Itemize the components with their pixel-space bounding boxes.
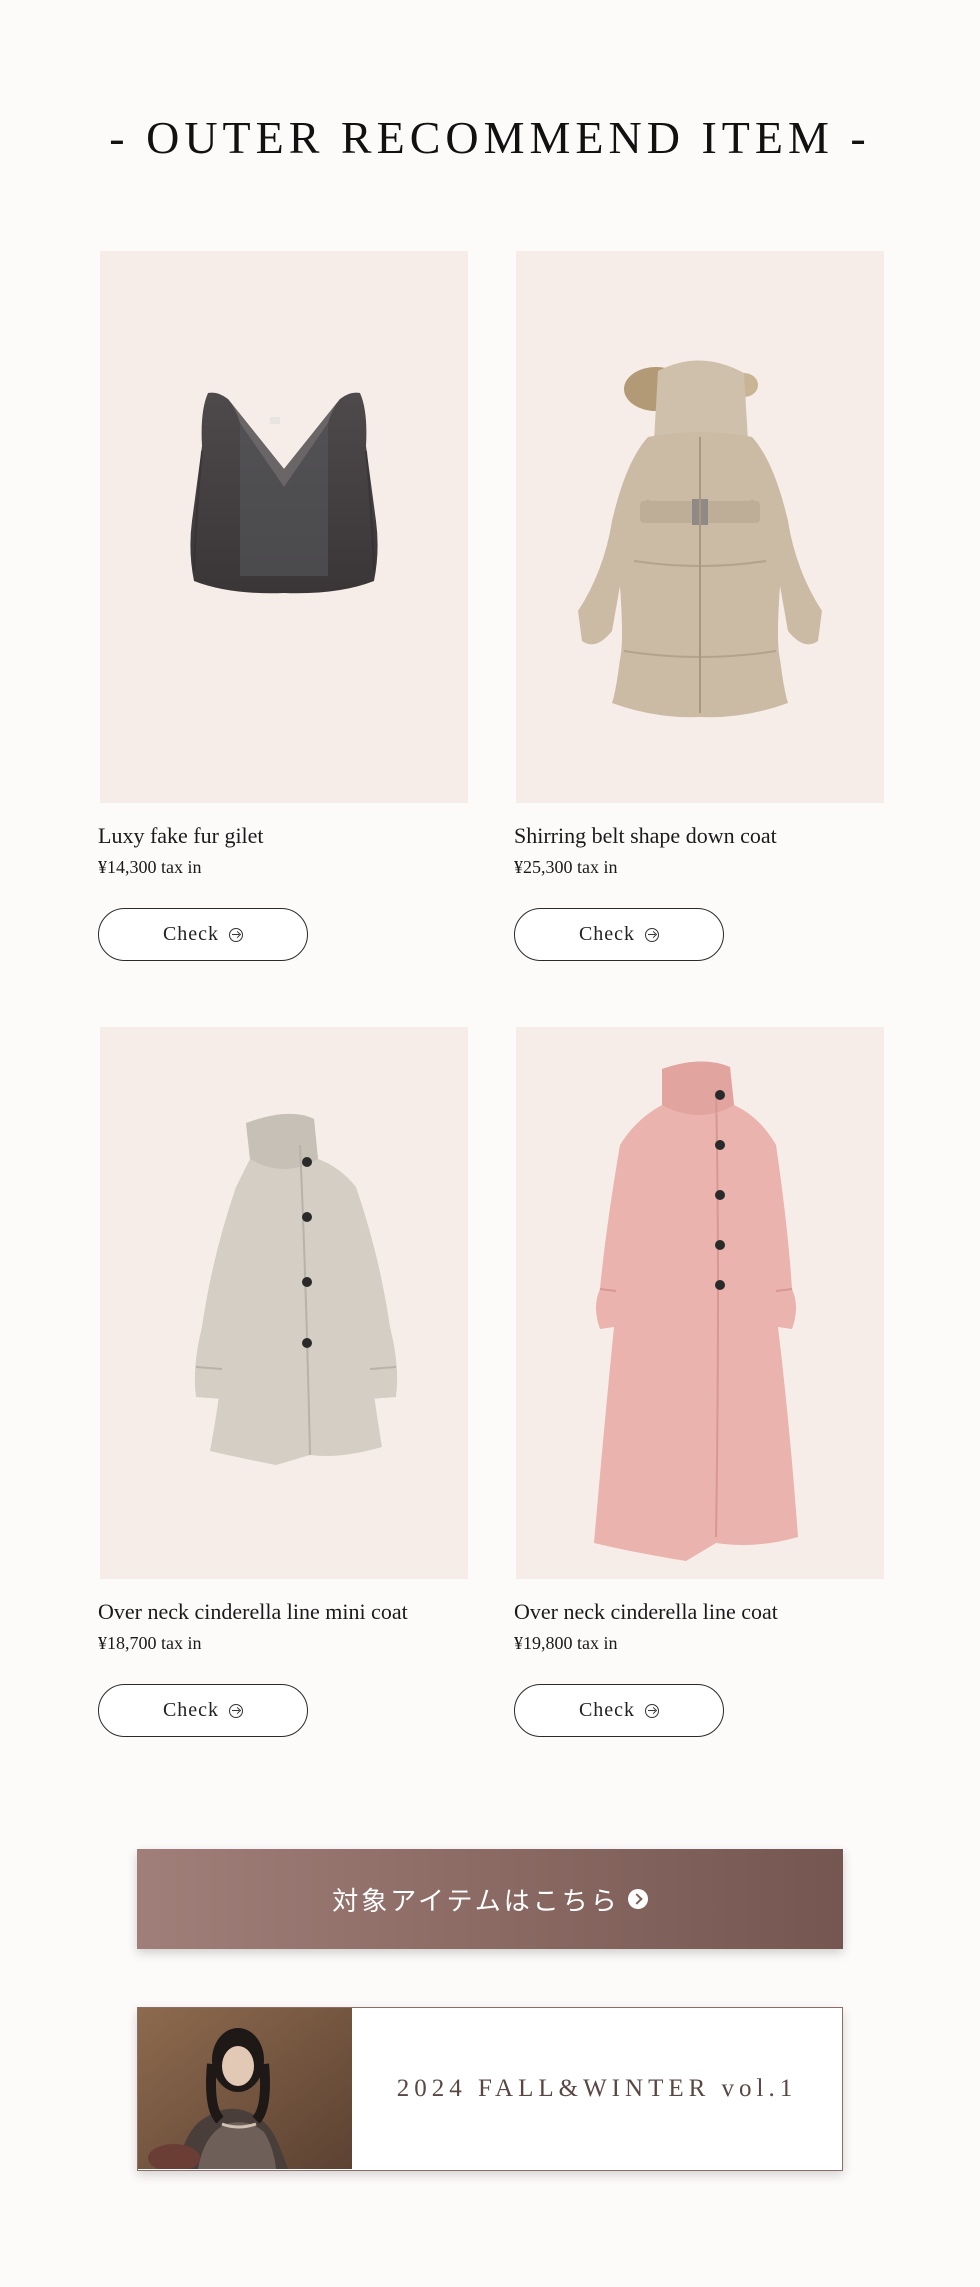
check-label: Check xyxy=(578,923,636,945)
product-name[interactable]: Luxy fake fur gilet xyxy=(98,821,264,851)
cta-label: 対象アイテムはこちら xyxy=(332,1886,620,1917)
check-label: Check xyxy=(162,923,220,945)
check-button[interactable]: Check xyxy=(514,1684,724,1737)
product-price: ¥18,700 tax in xyxy=(98,1633,202,1653)
product-name[interactable]: Over neck cinderella line mini coat xyxy=(98,1597,408,1627)
product-image[interactable] xyxy=(516,1027,884,1579)
check-button[interactable]: Check xyxy=(98,1684,308,1737)
down-coat-icon xyxy=(578,360,822,718)
check-button[interactable]: Check xyxy=(514,908,724,961)
product-price: ¥14,300 tax in xyxy=(98,857,202,877)
product-image[interactable] xyxy=(100,1027,468,1579)
check-label: Check xyxy=(162,1699,220,1721)
lookbook-banner[interactable]: 2024 FALL&WINTER vol.1 xyxy=(137,2007,843,2171)
arrow-circle-icon xyxy=(645,1703,660,1718)
mini-coat-icon xyxy=(194,1113,398,1465)
check-label: Check xyxy=(578,1699,636,1721)
product-name[interactable]: Shirring belt shape down coat xyxy=(514,821,777,851)
target-items-banner[interactable]: 対象アイテムはこちら xyxy=(137,1849,843,1949)
model-photo xyxy=(138,2008,352,2169)
product-price: ¥19,800 tax in xyxy=(514,1633,618,1653)
product-image[interactable] xyxy=(100,251,468,803)
page: - OUTER RECOMMEND ITEM - Luxy fake fur g… xyxy=(0,0,980,2287)
check-button[interactable]: Check xyxy=(98,908,308,961)
product-image[interactable] xyxy=(516,251,884,803)
fur-gilet-icon xyxy=(190,392,378,594)
long-coat-icon xyxy=(594,1061,798,1561)
section-title: - OUTER RECOMMEND ITEM - xyxy=(109,112,871,163)
product-name[interactable]: Over neck cinderella line coat xyxy=(514,1597,778,1627)
lookbook-title: 2024 FALL&WINTER vol.1 xyxy=(396,2074,798,2102)
arrow-circle-icon xyxy=(645,927,660,942)
arrow-circle-icon xyxy=(229,927,244,942)
chevron-right-circle-icon xyxy=(627,1889,648,1909)
arrow-circle-icon xyxy=(229,1703,244,1718)
product-price: ¥25,300 tax in xyxy=(514,857,618,877)
